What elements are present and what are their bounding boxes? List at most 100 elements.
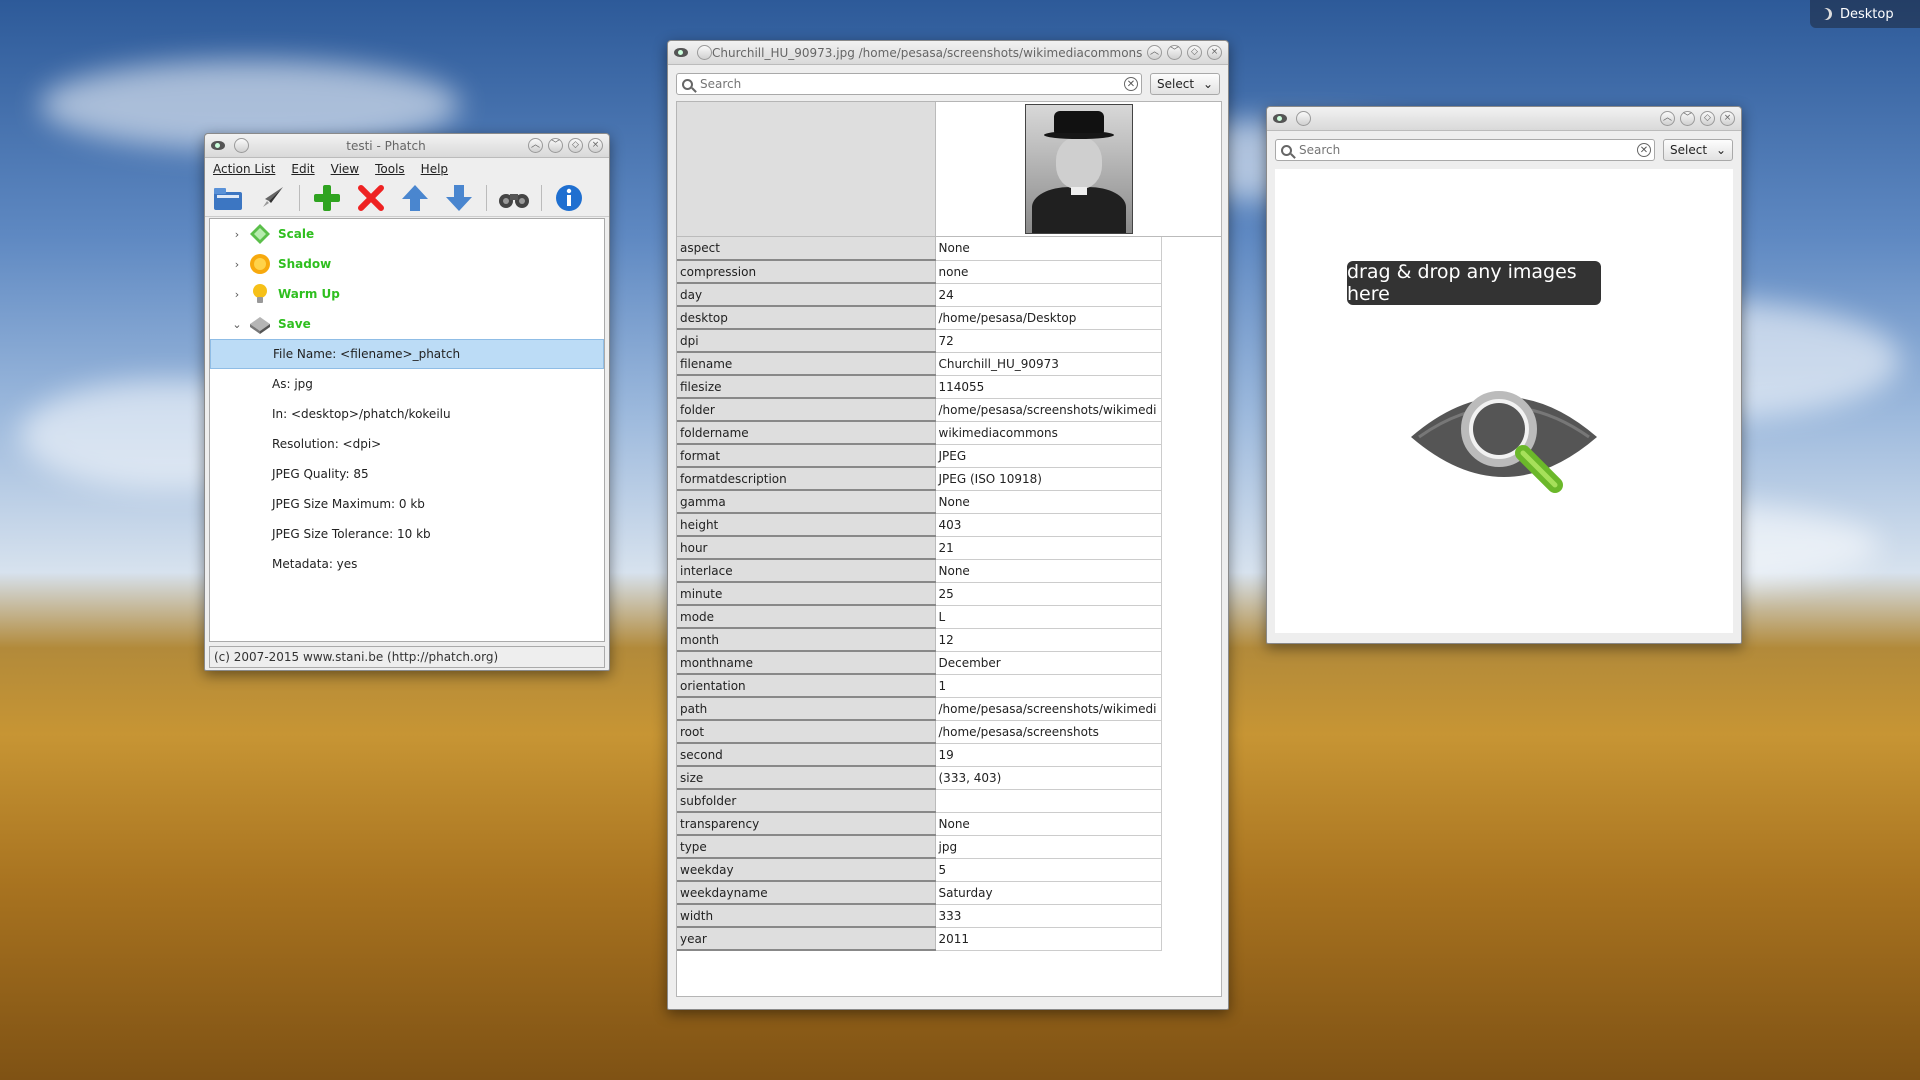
expand-arrow-icon[interactable]: › [230,258,244,271]
save-option-metadata[interactable]: Metadata: yes [210,549,604,579]
metadata-value[interactable]: /home/pesasa/screenshots/wikimedi [935,398,1162,422]
metadata-value[interactable]: None [935,237,1162,261]
metadata-value[interactable] [935,789,1162,813]
menu-tools[interactable]: Tools [375,162,405,176]
inspector-titlebar[interactable]: Churchill_HU_90973.jpg /home/pesasa/scre… [668,41,1228,65]
metadata-value[interactable]: /home/pesasa/screenshots [935,720,1162,744]
move-up-button[interactable] [398,182,432,214]
metadata-value[interactable]: 25 [935,582,1162,606]
metadata-row[interactable]: dpi 72 [677,329,1162,353]
metadata-row[interactable]: hour 21 [677,536,1162,560]
metadata-row[interactable]: subfolder [677,789,1162,813]
metadata-row[interactable]: year 2011 [677,927,1162,951]
metadata-value[interactable]: 72 [935,329,1162,353]
open-button[interactable] [211,182,245,214]
metadata-row[interactable]: monthname December [677,651,1162,675]
metadata-row[interactable]: root/home/pesasa/screenshots [677,720,1162,744]
menu-action-list[interactable]: Action List [213,162,275,176]
metadata-value[interactable]: /home/pesasa/screenshots/wikimedi [935,697,1162,721]
search-box[interactable]: ✕ [676,73,1142,95]
metadata-row[interactable]: mode L [677,605,1162,629]
metadata-value[interactable]: 403 [935,513,1162,537]
action-scale[interactable]: › Scale [210,219,604,249]
metadata-row[interactable]: interlace None [677,559,1162,583]
move-down-button[interactable] [442,182,476,214]
save-option-size-tolerance[interactable]: JPEG Size Tolerance: 10 kb [210,519,604,549]
metadata-row[interactable]: filesize 114055 [677,375,1162,399]
window-menu-icon[interactable] [697,45,712,60]
drop-titlebar[interactable]: ︿ ﹀ ◇ × [1267,107,1741,131]
expand-arrow-icon[interactable]: › [230,228,244,241]
search-input[interactable] [1297,142,1637,158]
metadata-row[interactable]: aspect None [677,237,1162,261]
save-option-format[interactable]: As: jpg [210,369,604,399]
metadata-row[interactable]: second 19 [677,743,1162,767]
metadata-value[interactable]: JPEG (ISO 10918) [935,467,1162,491]
save-option-size-max[interactable]: JPEG Size Maximum: 0 kb [210,489,604,519]
minimize-icon[interactable]: ﹀ [1167,45,1182,60]
inspector-button[interactable] [497,182,531,214]
metadata-row[interactable]: weekdayname Saturday [677,881,1162,905]
execute-button[interactable] [255,182,289,214]
metadata-value[interactable]: 12 [935,628,1162,652]
metadata-value[interactable]: Churchill_HU_90973 [935,352,1162,376]
metadata-row[interactable]: orientation 1 [677,674,1162,698]
metadata-value[interactable]: (333, 403) [935,766,1162,790]
metadata-value[interactable]: L [935,605,1162,629]
phatch-titlebar[interactable]: testi - Phatch ︿ ﹀ ◇ × [205,134,609,158]
clear-search-icon[interactable]: ✕ [1124,77,1138,91]
metadata-value[interactable]: /home/pesasa/Desktop [935,306,1162,330]
metadata-value[interactable]: none [935,260,1162,284]
metadata-value[interactable]: jpg [935,835,1162,859]
action-save[interactable]: ⌄ Save [210,309,604,339]
metadata-value[interactable]: 333 [935,904,1162,928]
info-button[interactable] [552,182,586,214]
metadata-value[interactable]: wikimediacommons [935,421,1162,445]
metadata-value[interactable]: 19 [935,743,1162,767]
metadata-value[interactable]: None [935,812,1162,836]
search-input[interactable] [698,76,1124,92]
metadata-row[interactable]: desktop/home/pesasa/Desktop [677,306,1162,330]
desktop-activity-button[interactable]: Desktop [1810,0,1920,28]
remove-action-button[interactable] [354,182,388,214]
metadata-row[interactable]: gamma None [677,490,1162,514]
app-eye-icon[interactable] [211,141,225,150]
metadata-row[interactable]: type jpg [677,835,1162,859]
save-option-folder[interactable]: In: <desktop>/phatch/kokeilu [210,399,604,429]
metadata-value[interactable]: 5 [935,858,1162,882]
metadata-value[interactable]: 21 [935,536,1162,560]
metadata-value[interactable]: Saturday [935,881,1162,905]
action-warm-up[interactable]: › Warm Up [210,279,604,309]
menu-view[interactable]: View [331,162,359,176]
metadata-row[interactable]: minute 25 [677,582,1162,606]
metadata-value[interactable]: 2011 [935,927,1162,951]
metadata-row[interactable]: weekday 5 [677,858,1162,882]
metadata-row[interactable]: compression none [677,260,1162,284]
menu-help[interactable]: Help [421,162,448,176]
close-icon[interactable]: × [1720,111,1735,126]
metadata-row[interactable]: folder/home/pesasa/screenshots/wikimedi [677,398,1162,422]
metadata-row[interactable]: formatdescription JPEG (ISO 10918) [677,467,1162,491]
keep-above-icon[interactable]: ︿ [528,138,543,153]
keep-above-icon[interactable]: ︿ [1660,111,1675,126]
close-icon[interactable]: × [588,138,603,153]
save-option-filename[interactable]: File Name: <filename>_phatch [210,339,604,369]
action-shadow[interactable]: › Shadow [210,249,604,279]
metadata-value[interactable]: None [935,490,1162,514]
maximize-icon[interactable]: ◇ [1187,45,1202,60]
metadata-value[interactable]: None [935,559,1162,583]
metadata-row[interactable]: transparency None [677,812,1162,836]
app-eye-icon[interactable] [1273,114,1287,123]
close-icon[interactable]: × [1207,45,1222,60]
metadata-row[interactable]: month 12 [677,628,1162,652]
metadata-value[interactable]: 114055 [935,375,1162,399]
minimize-icon[interactable]: ﹀ [1680,111,1695,126]
save-option-quality[interactable]: JPEG Quality: 85 [210,459,604,489]
metadata-row[interactable]: path/home/pesasa/screenshots/wikimedi [677,697,1162,721]
expand-arrow-icon[interactable]: › [230,288,244,301]
maximize-icon[interactable]: ◇ [568,138,583,153]
save-option-resolution[interactable]: Resolution: <dpi> [210,429,604,459]
metadata-row[interactable]: height 403 [677,513,1162,537]
window-menu-icon[interactable] [1296,111,1311,126]
metadata-value[interactable]: 24 [935,283,1162,307]
